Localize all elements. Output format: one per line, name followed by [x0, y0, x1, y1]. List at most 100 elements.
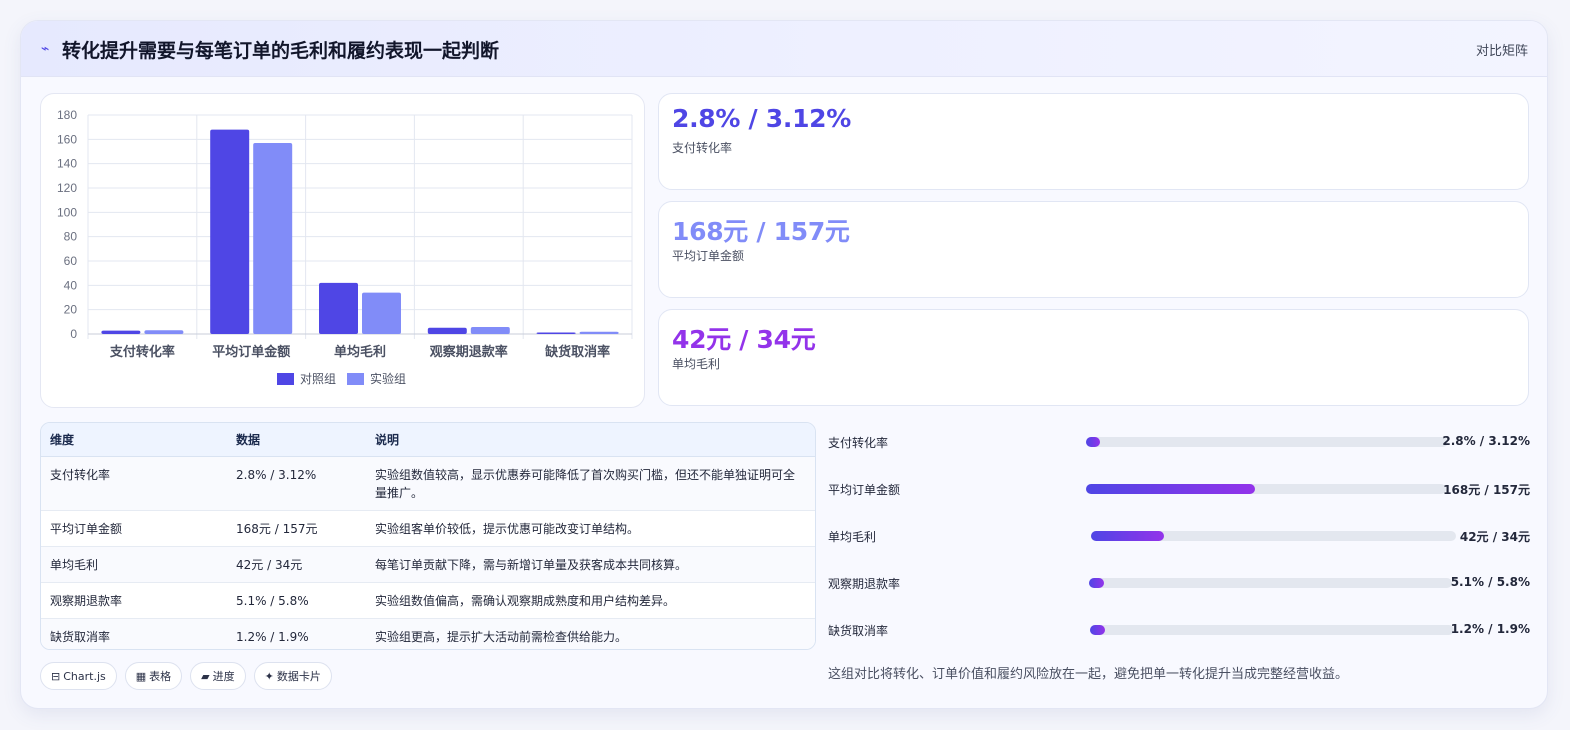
table-icon: ▦	[135, 669, 147, 683]
y-tick-label: 60	[64, 254, 78, 268]
view-mode-label[interactable]: 对比矩阵	[1476, 40, 1528, 59]
table-row: 观察期退款率 5.1% / 5.8% 实验组数值偏高，需确认观察期成熟度和用户结…	[41, 582, 815, 619]
progress-label: 缺货取消率	[828, 624, 889, 638]
x-tick-label: 平均订单金额	[212, 344, 290, 359]
bar-chart-card: 0 20 40 60 80 100 120 140 160 180 支付转化率 平均订单金额 单均毛利 观…	[40, 93, 645, 408]
bar	[101, 330, 141, 334]
bar	[210, 129, 250, 334]
cell-data: 1.2% / 1.9%	[227, 618, 366, 649]
progress-track	[1090, 625, 1454, 635]
progress-fill	[1089, 578, 1104, 588]
y-tick-label: 20	[64, 303, 78, 317]
x-tick-label: 支付转化率	[109, 344, 175, 359]
chart-icon: ⊟	[51, 669, 61, 683]
cell-note: 实验组数值较高，显示优惠券可能降低了首次购买门槛，但还不能单独证明可全量推广。	[366, 456, 815, 511]
tag-label: 表格	[149, 670, 172, 683]
progress-fill	[1086, 484, 1256, 494]
comparison-panel: ⌁ 转化提升需要与每笔订单的毛利和履约表现一起判断 对比矩阵 0 20 40 60 80…	[20, 20, 1548, 709]
sparkle-icon: ✦	[264, 669, 274, 683]
kpi-value: 2.8% / 3.12%	[672, 104, 852, 133]
cell-note: 实验组客单价较低，提示优惠可能改变订单结构。	[366, 510, 815, 547]
cell-dimension: 平均订单金额	[41, 510, 227, 547]
table-header-row: 维度 数据 说明	[41, 423, 815, 457]
bar	[470, 326, 510, 334]
y-tick-label: 160	[57, 132, 77, 146]
progress-label: 观察期退款率	[828, 577, 901, 591]
progress-label: 单均毛利	[828, 530, 877, 544]
table-row: 单均毛利 42元 / 34元 每笔订单贡献下降，需与新增订单量及获客成本共同核算…	[41, 546, 815, 583]
kpi-card-order-value: 168元 / 157元 平均订单金额	[658, 201, 1529, 298]
tag-label: Chart.js	[63, 669, 106, 683]
tag-label: 数据卡片	[276, 670, 321, 683]
kpi-card-gross-margin: 42元 / 34元 单均毛利	[658, 309, 1529, 406]
x-tick-label: 单均毛利	[334, 344, 386, 359]
bar	[536, 332, 576, 334]
col-header-dimension: 维度	[41, 423, 227, 457]
table-row: 缺货取消率 1.2% / 1.9% 实验组更高，提示扩大活动前需检查供给能力。	[41, 618, 815, 649]
legend-label: 对照组	[300, 372, 336, 386]
x-tick-label: 缺货取消率	[544, 344, 610, 359]
progress-row: 缺货取消率 1.2% / 1.9%	[828, 620, 1530, 640]
progress-value: 1.2% / 1.9%	[1450, 622, 1530, 636]
cell-note: 实验组数值偏高，需确认观察期成熟度和用户结构差异。	[366, 582, 815, 619]
progress-value: 2.8% / 3.12%	[1442, 434, 1530, 448]
y-tick-label: 140	[57, 157, 77, 171]
y-tick-label: 100	[57, 205, 77, 219]
cell-data: 2.8% / 3.12%	[227, 456, 366, 511]
feature-tags: ⊟ Chart.js ▦ 表格 ▰ 进度 ✦ 数据卡片	[40, 662, 332, 690]
progress-row: 单均毛利 42元 / 34元	[828, 526, 1530, 546]
page-title: 转化提升需要与每笔订单的毛利和履约表现一起判断	[62, 40, 500, 62]
legend-label: 实验组	[370, 371, 406, 386]
col-header-note: 说明	[366, 423, 815, 457]
progress-row: 支付转化率 2.8% / 3.12%	[828, 432, 1530, 452]
tag-label: 进度	[212, 670, 235, 683]
table-row: 支付转化率 2.8% / 3.12% 实验组数值较高，显示优惠券可能降低了首次购…	[41, 456, 815, 511]
progress-fill	[1091, 531, 1164, 541]
tag-data-card[interactable]: ✦ 数据卡片	[253, 662, 332, 690]
legend-swatch	[277, 373, 294, 385]
cell-dimension: 缺货取消率	[41, 618, 227, 649]
progress-value: 168元 / 157元	[1443, 483, 1530, 497]
kpi-value: 42元 / 34元	[672, 325, 816, 354]
tag-progress[interactable]: ▰ 进度	[190, 662, 246, 690]
cell-data: 42元 / 34元	[227, 546, 366, 583]
summary-text: 这组对比将转化、订单价值和履约风险放在一起，避免把单一转化提升当成完整经营收益。	[828, 667, 1349, 682]
bar	[144, 330, 184, 334]
comparison-table: 维度 数据 说明 支付转化率 2.8% / 3.12% 实验组数值较高，显示优惠…	[40, 422, 816, 650]
cell-dimension: 观察期退款率	[41, 582, 227, 619]
col-header-data: 数据	[227, 423, 366, 457]
cell-data: 168元 / 157元	[227, 510, 366, 547]
kpi-value: 168元 / 157元	[672, 217, 850, 246]
cell-data: 5.1% / 5.8%	[227, 582, 366, 619]
legend-swatch	[347, 373, 364, 385]
progress-row: 平均订单金额 168元 / 157元	[828, 479, 1530, 499]
progress-track	[1091, 531, 1456, 541]
progress-fill	[1086, 437, 1101, 447]
bar	[319, 282, 358, 334]
cell-dimension: 支付转化率	[41, 456, 227, 511]
kpi-card-conversion: 2.8% / 3.12% 支付转化率	[658, 93, 1529, 190]
y-tick-label: 180	[57, 108, 77, 122]
bar	[427, 327, 467, 334]
y-tick-label: 0	[70, 327, 77, 341]
tag-chartjs[interactable]: ⊟ Chart.js	[40, 662, 117, 690]
bar	[579, 331, 619, 334]
bar	[362, 292, 401, 334]
tag-table[interactable]: ▦ 表格	[124, 662, 183, 690]
progress-fill	[1090, 625, 1105, 635]
progress-icon: ▰	[201, 669, 210, 683]
progress-track	[1089, 578, 1452, 588]
progress-label: 支付转化率	[828, 436, 889, 450]
trend-line-icon: ⌁	[41, 41, 50, 57]
bar	[253, 142, 293, 334]
progress-track	[1086, 484, 1446, 494]
progress-label: 平均订单金额	[828, 483, 901, 497]
cell-note: 每笔订单贡献下降，需与新增订单量及获客成本共同核算。	[366, 546, 815, 583]
y-tick-label: 80	[64, 230, 78, 244]
progress-track	[1086, 437, 1448, 447]
x-tick-label: 观察期退款率	[430, 344, 508, 359]
progress-row: 观察期退款率 5.1% / 5.8%	[828, 573, 1530, 593]
progress-value: 5.1% / 5.8%	[1450, 575, 1530, 589]
cell-note: 实验组更高，提示扩大活动前需检查供给能力。	[366, 618, 815, 649]
kpi-label: 单均毛利	[672, 357, 721, 371]
